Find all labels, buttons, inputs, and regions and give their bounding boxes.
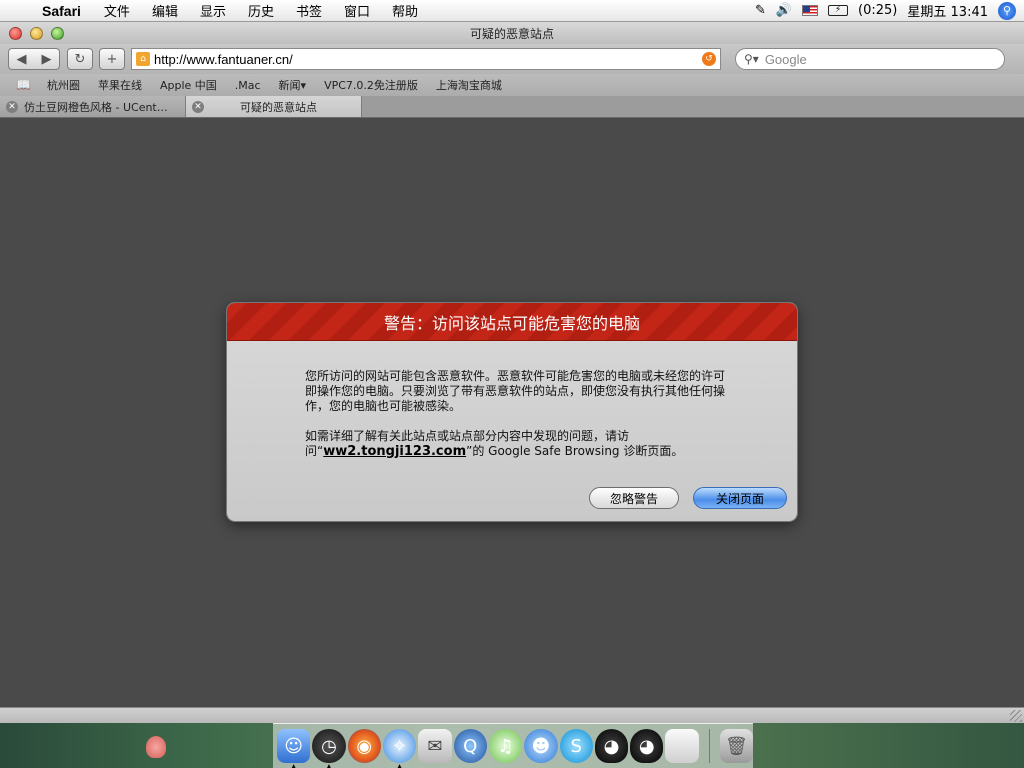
page-content: 警告：访问该站点可能危害您的电脑 您所访问的网站可能包含恶意软件。恶意软件可能危… (0, 119, 1024, 707)
tab-label: 仿土豆网橙色风格 - UCent… (24, 100, 168, 114)
search-field[interactable]: ⚲▾ Google (735, 48, 1005, 70)
back-forward-buttons: ◀ ▶ (8, 48, 60, 70)
malware-warning-dialog: 警告：访问该站点可能危害您的电脑 您所访问的网站可能包含恶意软件。恶意软件可能危… (227, 303, 797, 521)
trash-icon[interactable]: 🗑 (719, 729, 754, 763)
bookmark-item[interactable]: 杭州圈 (47, 77, 80, 93)
battery-icon[interactable]: ⚡ (828, 5, 849, 16)
window-controls (0, 26, 64, 40)
tab-ucenter[interactable]: ✕ 仿土豆网橙色风格 - UCent… (0, 96, 186, 117)
search-placeholder: Google (764, 51, 807, 67)
finder-icon[interactable]: ☺ (277, 729, 311, 763)
search-icon: ⚲▾ (744, 52, 759, 66)
reload-button[interactable]: ↻ (67, 48, 93, 70)
warning-paragraph: 您所访问的网站可能包含恶意软件。恶意软件可能危害您的电脑或未经您的许可即操作您的… (305, 369, 726, 413)
back-arrow-icon[interactable]: ◀ (9, 52, 34, 67)
snapback-icon[interactable]: ↺ (702, 52, 716, 66)
details-text-end: ”的 Google Safe Browsing 诊断页面。 (466, 444, 684, 458)
window-title: 可疑的恶意站点 (469, 26, 554, 41)
window-titlebar: 可疑的恶意站点 (0, 22, 1024, 44)
warning-title: 警告：访问该站点可能危害您的电脑 (227, 303, 797, 341)
menu-view[interactable]: 显示 (189, 1, 237, 20)
menu-bookmarks[interactable]: 书签 (285, 1, 333, 20)
browser-toolbar: ◀ ▶ ↻ + ⌂ http://www.fantuaner.cn/ ↺ ⚲▾ … (0, 44, 1024, 74)
volume-icon[interactable]: 🔊 (776, 3, 792, 18)
reload-icon: ↻ (74, 51, 86, 67)
msn-icon[interactable]: ☻ (524, 729, 558, 763)
forward-arrow-icon[interactable]: ▶ (34, 52, 59, 67)
warning-paragraph-details: 如需详细了解有关此站点或站点部分内容中发现的问题，请访问“ww2.tongji1… (305, 429, 725, 459)
url-text[interactable]: http://www.fantuaner.cn/ (154, 52, 702, 67)
quicktime-icon[interactable]: Q (453, 729, 487, 763)
lotus-flower-image (146, 736, 166, 758)
menu-bar: Safari 文件 编辑 显示 历史 书签 窗口 帮助 ✎ 🔊 ⚡ (0:25)… (0, 0, 1024, 22)
tab-label: 可疑的恶意站点 (240, 100, 317, 114)
menu-window[interactable]: 窗口 (333, 1, 381, 20)
qq-icon[interactable]: ◕ (594, 729, 629, 763)
bookmark-item[interactable]: VPC7.0.2免注册版 (324, 77, 418, 93)
menu-edit[interactable]: 编辑 (141, 1, 189, 20)
menu-help[interactable]: 帮助 (381, 1, 429, 20)
pen-icon[interactable]: ✎ (755, 3, 766, 18)
address-bar[interactable]: ⌂ http://www.fantuaner.cn/ ↺ (131, 48, 721, 70)
spotlight-icon[interactable]: ⚲ (998, 1, 1016, 20)
safari-icon[interactable]: ✧ (382, 729, 417, 763)
close-window-button[interactable] (9, 26, 22, 40)
close-tab-icon[interactable]: ✕ (6, 100, 18, 113)
menu-file[interactable]: 文件 (93, 1, 141, 20)
diagnostic-link[interactable]: ww2.tongji123.com (323, 444, 466, 459)
clock[interactable]: 星期五 13:41 (907, 1, 988, 20)
site-favicon-icon: ⌂ (136, 52, 150, 66)
menu-history[interactable]: 历史 (237, 1, 285, 20)
zoom-window-button[interactable] (51, 26, 64, 40)
apple-icon[interactable] (665, 729, 699, 763)
bookmarks-book-icon[interactable]: 📖 (16, 78, 31, 92)
dashboard-icon[interactable]: ◷ (312, 729, 346, 763)
bookmark-menu-news[interactable]: 新闻▾ (279, 77, 307, 93)
close-tab-icon[interactable]: ✕ (192, 100, 204, 113)
minimize-window-button[interactable] (30, 26, 43, 40)
bookmark-item[interactable]: 上海淘宝商城 (436, 77, 502, 93)
menu-app-name[interactable]: Safari (38, 3, 93, 19)
mail-icon[interactable]: ✉ (418, 729, 452, 763)
menu-extras: ✎ 🔊 ⚡ (0:25) 星期五 13:41 ⚲ (755, 1, 1024, 20)
skype-icon[interactable]: S (559, 729, 593, 763)
bookmark-item[interactable]: 苹果在线 (98, 77, 142, 93)
bookmark-item[interactable]: Apple 中国 (160, 77, 217, 93)
firefox-icon[interactable]: ◉ (347, 729, 381, 763)
warning-body: 您所访问的网站可能包含恶意软件。恶意软件可能危害您的电脑或未经您的许可即操作您的… (305, 369, 725, 474)
add-bookmark-button[interactable]: + (99, 48, 125, 70)
resize-grip-icon[interactable] (1010, 710, 1022, 722)
ignore-warning-button[interactable]: 忽略警告 (589, 487, 679, 509)
horizontal-scrollbar[interactable] (0, 707, 1024, 723)
itunes-icon[interactable]: ♫ (488, 729, 523, 763)
dock-separator (708, 729, 710, 763)
tab-malware-warning[interactable]: ✕ 可疑的恶意站点 (186, 96, 362, 117)
dock: ☺ ◷ ◉ ✧ ✉ Q ♫ ☻ S ◕ ◕ 🗑 (273, 723, 754, 768)
dialog-buttons: 忽略警告 关闭页面 (589, 487, 787, 509)
qq-icon[interactable]: ◕ (630, 729, 664, 763)
tab-bar: ✕ 仿土豆网橙色风格 - UCent… ✕ 可疑的恶意站点 (0, 96, 1024, 118)
input-flag-icon[interactable] (802, 5, 819, 16)
close-page-button[interactable]: 关闭页面 (693, 487, 787, 509)
bookmark-item[interactable]: .Mac (235, 79, 261, 92)
plus-icon: + (106, 51, 118, 67)
bookmarks-bar: 📖 杭州圈 苹果在线 Apple 中国 .Mac 新闻▾ VPC7.0.2免注册… (0, 74, 1024, 96)
battery-time: (0:25) (858, 3, 898, 18)
